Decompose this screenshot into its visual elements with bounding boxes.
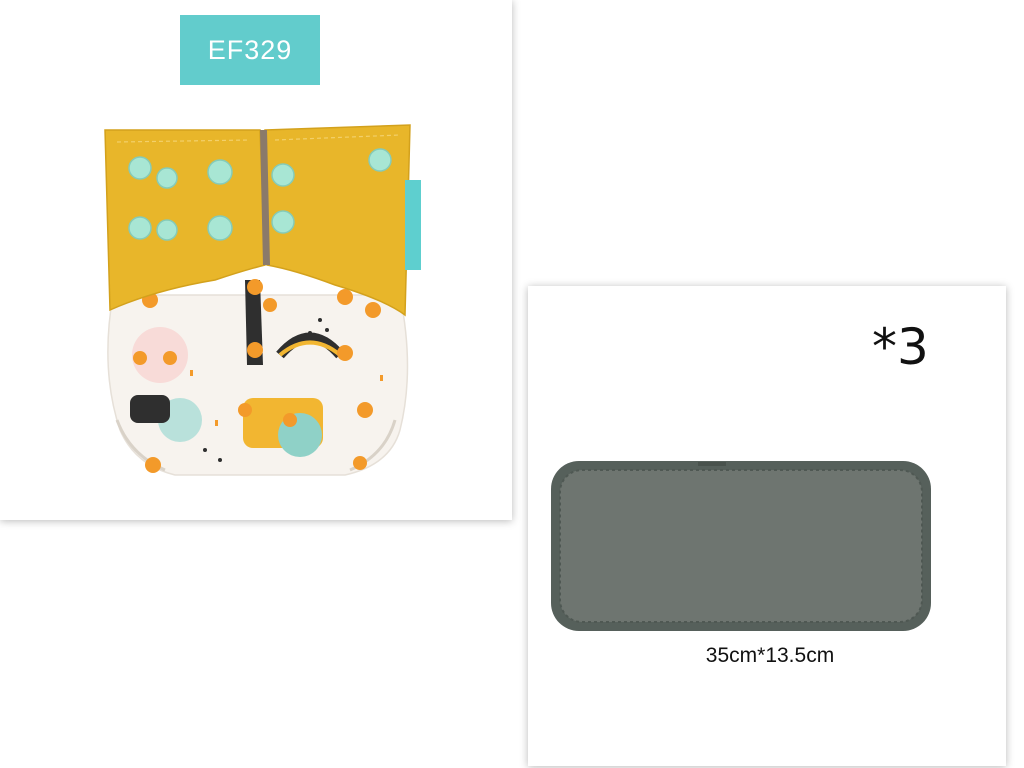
insert-quantity-label: *3 bbox=[872, 318, 929, 376]
diaper-product-card: EF329 bbox=[0, 0, 512, 520]
cloth-diaper-image bbox=[104, 124, 421, 476]
charcoal-insert-image bbox=[551, 461, 931, 631]
model-code-badge: EF329 bbox=[180, 15, 320, 85]
insert-size-label: 35cm*13.5cm bbox=[705, 644, 835, 667]
